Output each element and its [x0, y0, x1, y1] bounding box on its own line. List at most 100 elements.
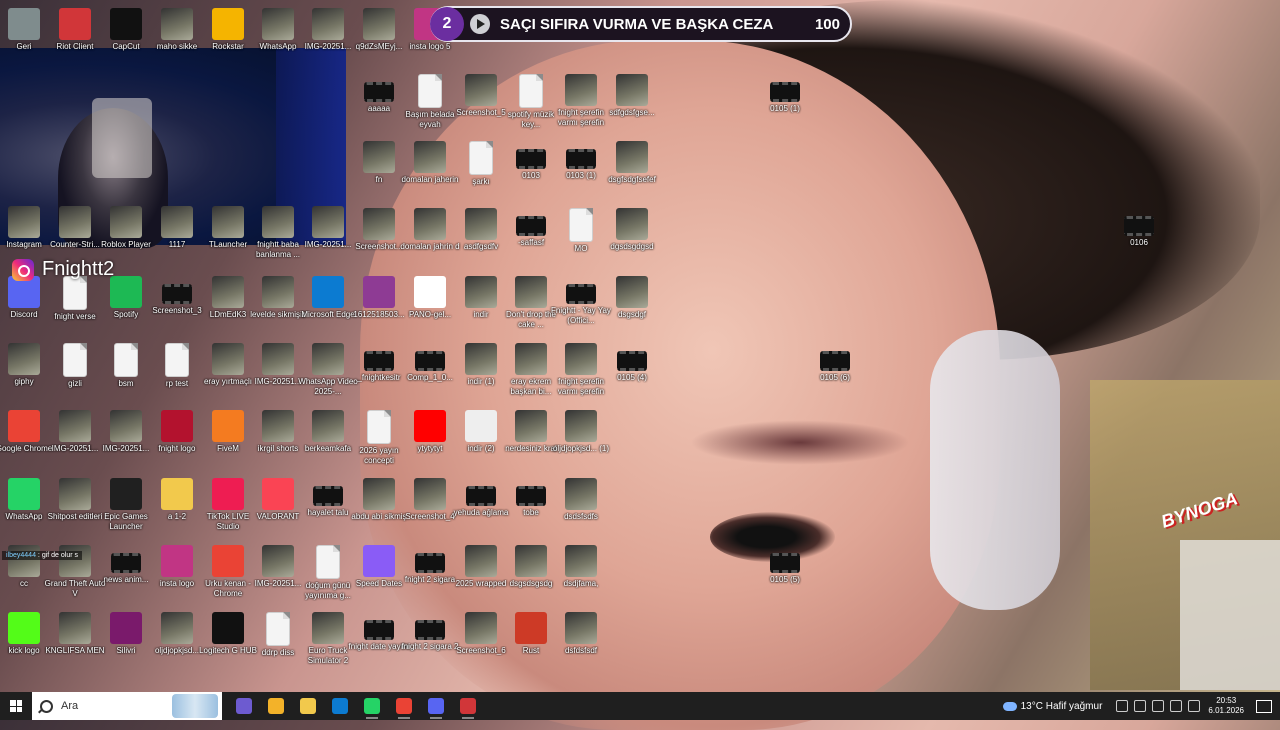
- discord-icon: [428, 698, 444, 714]
- image-file-icon: [515, 343, 547, 375]
- image-file-icon: [616, 276, 648, 308]
- app-icon: [212, 612, 244, 644]
- file-explorer-icon: [300, 698, 316, 714]
- app-icon: [212, 410, 244, 442]
- video-file-icon: [516, 486, 546, 506]
- network-icon[interactable]: [1170, 700, 1183, 712]
- image-file-icon: [8, 206, 40, 238]
- taskbar-app[interactable]: [420, 692, 452, 720]
- image-file-icon: [59, 612, 91, 644]
- banner-score: 100: [814, 15, 840, 33]
- desktop-icon[interactable]: 0105 (6): [802, 339, 868, 383]
- desktop-icon[interactable]: dsgfsdgfsefef: [599, 137, 665, 185]
- taskbar-app[interactable]: [260, 692, 292, 720]
- desktop-icon[interactable]: sdfgdsfgse...: [599, 70, 665, 118]
- taskbar-app[interactable]: [388, 692, 420, 720]
- document-icon: [165, 343, 189, 377]
- chrome-icon: [396, 698, 412, 714]
- video-file-icon: [162, 284, 192, 304]
- taskbar-app[interactable]: [292, 692, 324, 720]
- weather-text: 13°C Hafif yağmur: [1020, 700, 1103, 712]
- app-icon: [363, 545, 395, 577]
- desktop-icon[interactable]: 0106: [1106, 204, 1172, 248]
- app-icon: [465, 410, 497, 442]
- app-tray-icon[interactable]: [1134, 700, 1147, 712]
- document-icon: [63, 343, 87, 377]
- image-file-icon: [212, 206, 244, 238]
- taskbar-app[interactable]: [452, 692, 484, 720]
- app-icon: [8, 612, 40, 644]
- taskbar-app[interactable]: [228, 692, 260, 720]
- desktop-icon[interactable]: 0105 (5): [752, 541, 818, 585]
- taskbar-search[interactable]: Ara: [32, 692, 222, 720]
- volume-icon[interactable]: [1188, 700, 1201, 712]
- desktop-icon-label: dsgsdgf: [617, 310, 647, 319]
- banner-title: SAÇI SIFIRA VURMA VE BAŞKA CEZA: [500, 15, 774, 33]
- search-placeholder: Ara: [61, 700, 79, 712]
- taskbar-app[interactable]: [324, 692, 356, 720]
- desktop-icon[interactable]: dsgsdgf: [599, 272, 665, 320]
- desktop-icon[interactable]: dsdjfama,: [548, 541, 614, 589]
- document-icon: [63, 276, 87, 310]
- notification-icon[interactable]: [1256, 699, 1272, 713]
- image-file-icon: [262, 276, 294, 308]
- image-file-icon: [161, 8, 193, 40]
- image-file-icon: [465, 343, 497, 375]
- chevron-up-icon[interactable]: [1116, 700, 1129, 712]
- desktop-icon[interactable]: dsdsfsdfs: [548, 474, 614, 522]
- image-file-icon: [59, 478, 91, 510]
- desktop-icon[interactable]: 0105 (1): [752, 70, 818, 114]
- taskbar: Ara 13°C Hafif yağmur 20:53 6.01.2026: [0, 692, 1280, 720]
- cloud-rain-icon: [1002, 701, 1017, 711]
- desktop-icon[interactable]: dsfdsfsdf: [548, 608, 614, 656]
- clock-time: 20:53: [1216, 696, 1237, 705]
- image-file-icon: [312, 206, 344, 238]
- desktop-icon-label: 0105 (5): [770, 575, 800, 584]
- banner-number: 2: [430, 7, 464, 41]
- video-file-icon: [770, 82, 800, 102]
- image-file-icon: [8, 343, 40, 375]
- app-icon: [515, 612, 547, 644]
- tray-icons: [1116, 700, 1201, 712]
- video-file-icon: [1124, 216, 1154, 236]
- image-file-icon: [414, 478, 446, 510]
- app-icon: [110, 8, 142, 40]
- image-file-icon: [565, 74, 597, 106]
- image-file-icon: [312, 612, 344, 644]
- image-file-icon: [565, 612, 597, 644]
- start-button[interactable]: [0, 692, 32, 720]
- desktop-icon[interactable]: oljdjopkjsd... (1): [548, 406, 614, 454]
- image-file-icon: [616, 208, 648, 240]
- taskbar-apps: [228, 692, 484, 720]
- clock[interactable]: 20:53 6.01.2026: [1208, 696, 1244, 716]
- image-file-icon: [262, 410, 294, 442]
- taskbar-app[interactable]: [356, 692, 388, 720]
- desktop-icon-grid: Geri Riot Client CapCut maho sikke Rockstar W…: [0, 0, 1280, 692]
- document-icon: [519, 74, 543, 108]
- search-icon: [40, 699, 53, 713]
- document-icon: [114, 343, 138, 377]
- image-file-icon: [312, 410, 344, 442]
- desktop-icon[interactable]: dgsdsgdgsd: [599, 204, 665, 252]
- document-icon: [367, 410, 391, 444]
- desktop-icon-label: sdfgdsfgse...: [609, 108, 655, 117]
- desktop-icon-label: 0105 (6): [820, 373, 850, 382]
- desktop-icon-label: insta logo 5: [409, 42, 451, 51]
- image-file-icon: [465, 208, 497, 240]
- image-file-icon: [59, 206, 91, 238]
- desktop-icon-label: dsdjfama,: [563, 579, 599, 588]
- video-file-icon: [820, 351, 850, 371]
- instagram-handle-overlay: Fnightt2: [12, 258, 114, 281]
- image-file-icon: [515, 545, 547, 577]
- search-highlight-icon: [172, 694, 218, 718]
- microphone-icon[interactable]: [1152, 700, 1165, 712]
- image-file-icon: [262, 545, 294, 577]
- app-icon: [363, 276, 395, 308]
- image-file-icon: [565, 545, 597, 577]
- weather-widget[interactable]: 13°C Hafif yağmur: [1002, 700, 1103, 712]
- image-file-icon: [161, 612, 193, 644]
- desktop-icon[interactable]: 0105 (4): [599, 339, 665, 383]
- image-file-icon: [262, 206, 294, 238]
- image-file-icon: [212, 276, 244, 308]
- image-file-icon: [515, 410, 547, 442]
